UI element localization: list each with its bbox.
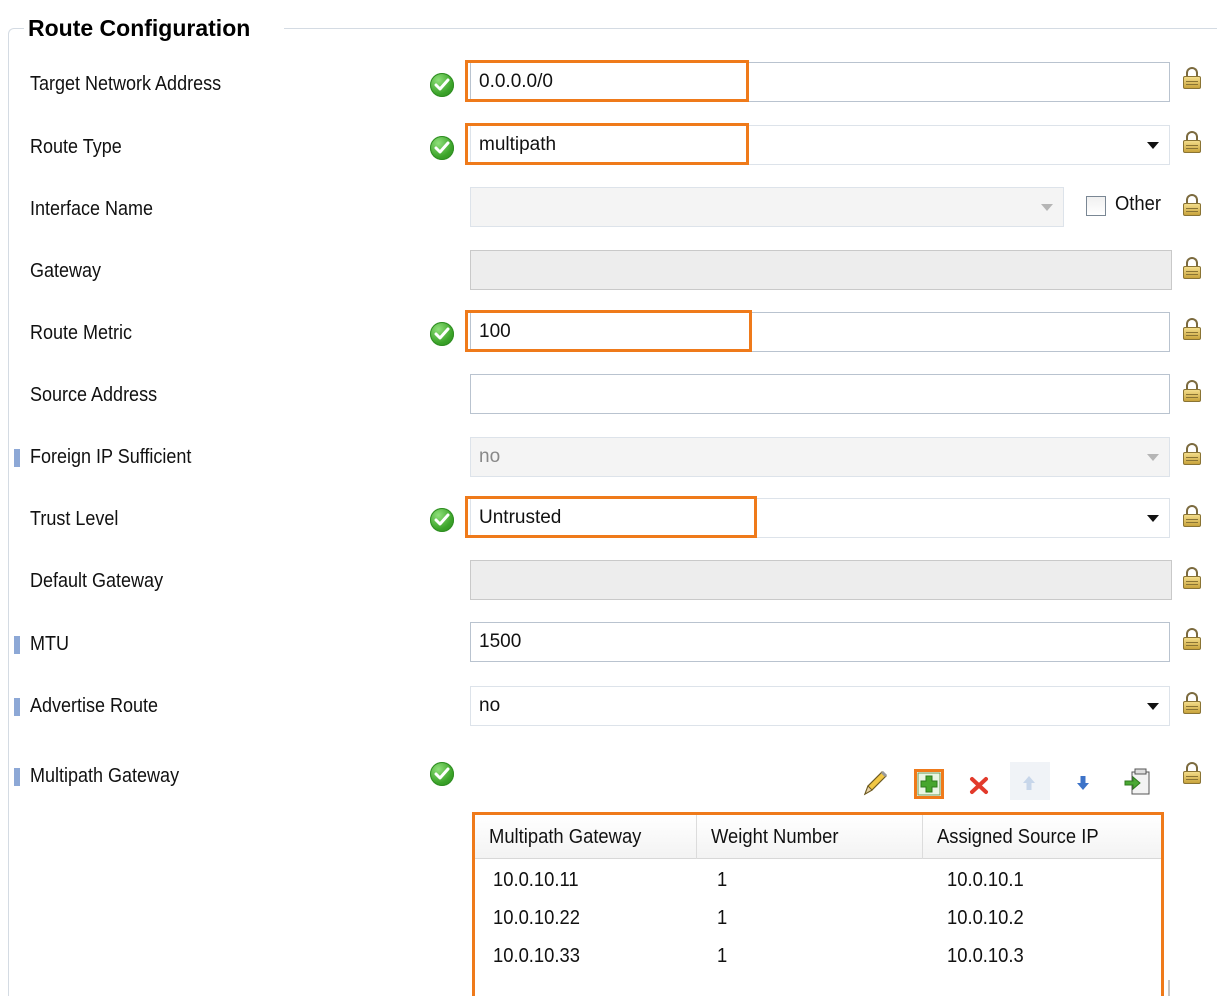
trust-level-select[interactable]: Untrusted xyxy=(470,498,1170,538)
target-network-label: Target Network Address xyxy=(30,73,222,95)
lock-icon[interactable] xyxy=(1183,194,1201,216)
column-header[interactable]: Multipath Gateway xyxy=(475,815,697,859)
valid-check-icon xyxy=(430,762,454,786)
multipath-gateway-label: Multipath Gateway xyxy=(30,765,180,787)
table-cell: 10.0.10.3 xyxy=(947,945,1024,967)
chevron-down-icon[interactable] xyxy=(1147,142,1159,149)
trust-level-value: Untrusted xyxy=(479,507,562,528)
column-header[interactable]: Weight Number xyxy=(697,815,923,859)
table-cell: 1 xyxy=(717,869,728,891)
import-icon[interactable] xyxy=(1122,766,1152,796)
route-type-select[interactable]: multipath xyxy=(470,125,1170,165)
target-network-input[interactable]: 0.0.0.0/0 xyxy=(470,62,1170,102)
chevron-down-icon[interactable] xyxy=(1147,454,1159,461)
group-border-top xyxy=(284,28,1217,29)
move-down-icon[interactable] xyxy=(1070,770,1100,800)
table-cell: 10.0.10.2 xyxy=(947,907,1024,929)
lock-icon[interactable] xyxy=(1183,567,1201,589)
valid-check-icon xyxy=(430,508,454,532)
table-cell: 1 xyxy=(717,907,728,929)
delete-icon[interactable] xyxy=(966,772,996,802)
table-header: Multipath Gateway Weight Number Assigned… xyxy=(475,815,1161,859)
valid-check-icon xyxy=(430,322,454,346)
advanced-marker xyxy=(14,768,20,786)
group-title: Route Configuration xyxy=(28,15,257,42)
foreign-ip-select[interactable]: no xyxy=(470,437,1170,477)
other-checkbox-label[interactable]: Other xyxy=(1115,193,1161,216)
source-address-input[interactable] xyxy=(470,374,1170,414)
chevron-down-icon[interactable] xyxy=(1147,703,1159,710)
lock-icon[interactable] xyxy=(1183,131,1201,153)
group-border xyxy=(8,28,24,996)
interface-name-label: Interface Name xyxy=(30,198,154,220)
lock-icon[interactable] xyxy=(1183,67,1201,89)
table-row[interactable]: 10.0.10.11 1 10.0.10.1 xyxy=(475,861,1161,899)
mtu-label: MTU xyxy=(30,633,69,655)
chevron-down-icon[interactable] xyxy=(1147,515,1159,522)
valid-check-icon xyxy=(430,73,454,97)
table-cell: 10.0.10.22 xyxy=(493,907,580,929)
lock-icon[interactable] xyxy=(1183,380,1201,402)
lock-icon[interactable] xyxy=(1183,443,1201,465)
table-cell: 10.0.10.33 xyxy=(493,945,580,967)
foreign-ip-value: no xyxy=(479,446,501,467)
trust-level-label: Trust Level xyxy=(30,508,119,530)
lock-icon[interactable] xyxy=(1183,692,1201,714)
interface-name-select[interactable] xyxy=(470,187,1064,227)
scrollbar[interactable] xyxy=(1168,980,1170,996)
route-configuration-panel: Route Configuration Target Network Addre… xyxy=(0,0,1217,996)
multipath-gateway-table[interactable]: Multipath Gateway Weight Number Assigned… xyxy=(472,812,1164,996)
advertise-route-select[interactable]: no xyxy=(470,686,1170,726)
default-gateway-label: Default Gateway xyxy=(30,570,164,592)
table-cell: 10.0.10.11 xyxy=(493,869,579,891)
advanced-marker xyxy=(14,636,20,654)
table-row[interactable]: 10.0.10.22 1 10.0.10.2 xyxy=(475,899,1161,937)
table-cell: 1 xyxy=(717,945,728,967)
lock-icon[interactable] xyxy=(1183,318,1201,340)
column-header[interactable]: Assigned Source IP xyxy=(923,815,1161,859)
source-address-label: Source Address xyxy=(30,384,158,406)
route-metric-input[interactable]: 100 xyxy=(470,312,1170,352)
chevron-down-icon[interactable] xyxy=(1041,204,1053,211)
edit-icon[interactable] xyxy=(860,767,890,797)
advertise-route-label: Advertise Route xyxy=(30,695,159,717)
foreign-ip-label: Foreign IP Sufficient xyxy=(30,446,192,468)
lock-icon[interactable] xyxy=(1183,257,1201,279)
lock-icon[interactable] xyxy=(1183,628,1201,650)
valid-check-icon xyxy=(430,136,454,160)
mtu-input[interactable]: 1500 xyxy=(470,622,1170,662)
route-type-label: Route Type xyxy=(30,136,122,158)
default-gateway-input[interactable] xyxy=(470,560,1172,600)
add-icon[interactable] xyxy=(915,770,945,800)
route-metric-label: Route Metric xyxy=(30,322,133,344)
lock-icon[interactable] xyxy=(1183,505,1201,527)
advanced-marker xyxy=(14,449,20,467)
other-checkbox[interactable] xyxy=(1086,196,1106,216)
gateway-label: Gateway xyxy=(30,260,102,282)
table-cell: 10.0.10.1 xyxy=(947,869,1024,891)
table-row[interactable]: 10.0.10.33 1 10.0.10.3 xyxy=(475,937,1161,975)
lock-icon[interactable] xyxy=(1183,762,1201,784)
gateway-input[interactable] xyxy=(470,250,1172,290)
advertise-route-value: no xyxy=(479,695,501,716)
route-type-value: multipath xyxy=(479,134,557,155)
move-up-icon[interactable] xyxy=(1016,770,1046,800)
advanced-marker xyxy=(14,698,20,716)
